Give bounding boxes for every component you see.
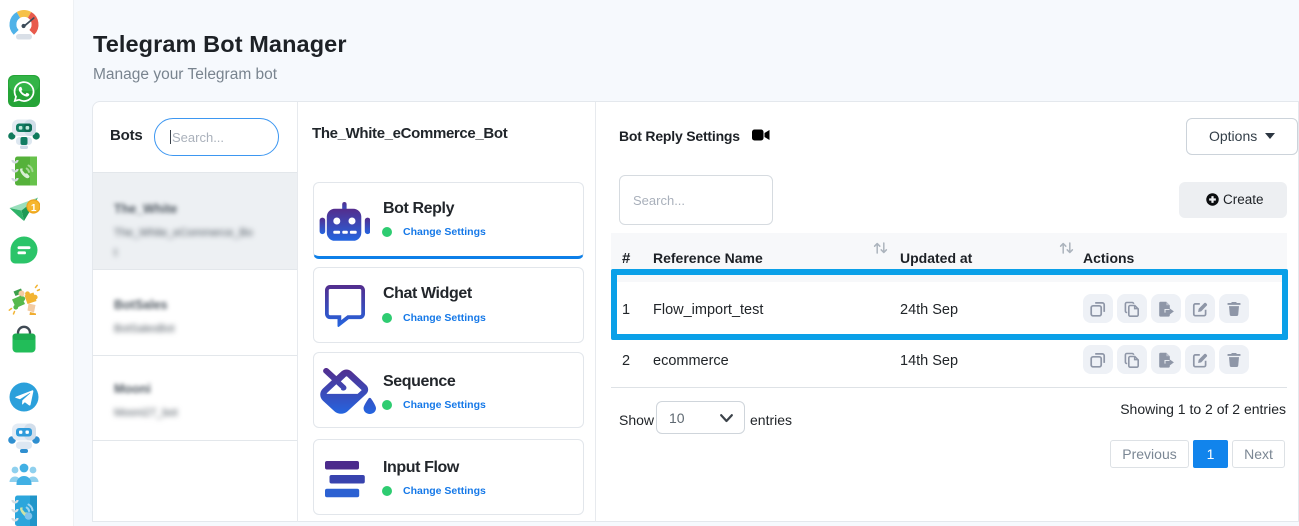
svg-text:1: 1 xyxy=(31,203,37,214)
